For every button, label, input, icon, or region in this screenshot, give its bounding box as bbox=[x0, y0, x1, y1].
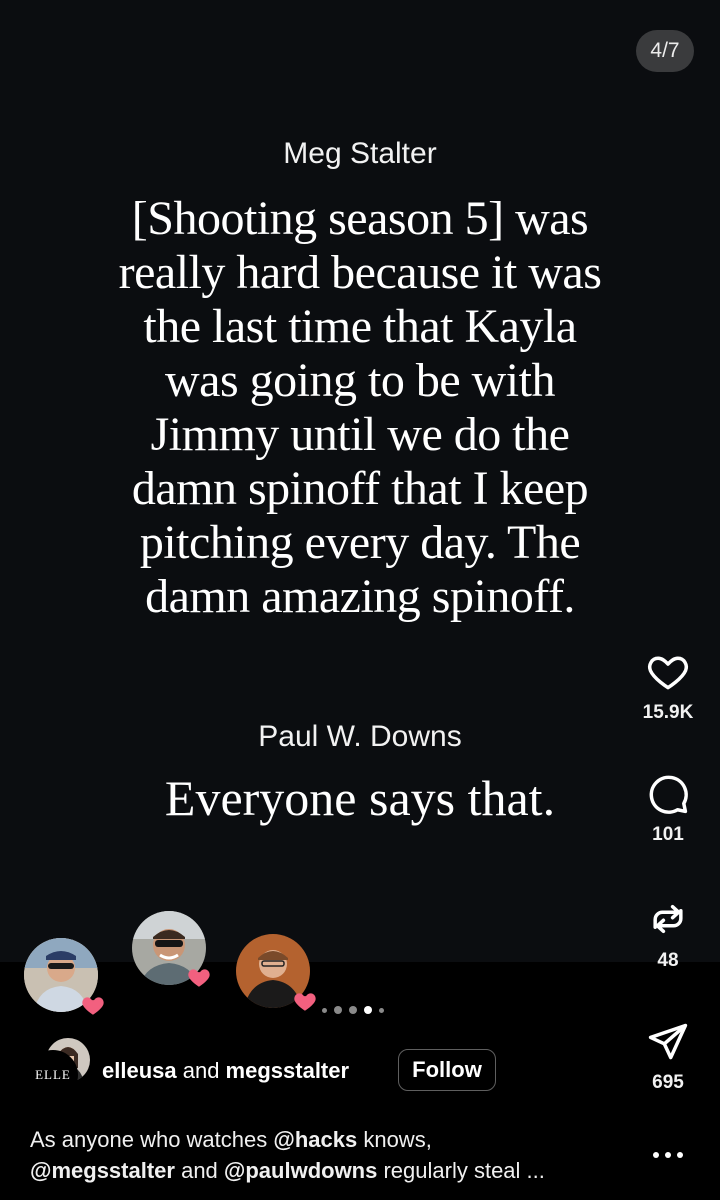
share-button[interactable]: 695 bbox=[640, 1020, 696, 1094]
mention-link[interactable]: @hacks bbox=[273, 1127, 357, 1152]
quote-line: damn spinoff that I keep bbox=[131, 462, 589, 515]
speaker-name-1: Meg Stalter bbox=[283, 137, 437, 170]
like-button[interactable]: 15.9K bbox=[640, 650, 696, 724]
more-horizontal-icon bbox=[653, 1152, 683, 1158]
repost-button[interactable]: 48 bbox=[640, 896, 696, 972]
quote-line: damn amazing spinoff. bbox=[145, 570, 575, 623]
mention-link[interactable]: @paulwdowns bbox=[224, 1158, 377, 1183]
author-link-megsstalter[interactable]: megsstalter bbox=[226, 1058, 350, 1083]
repost-icon bbox=[653, 904, 683, 934]
quote-line: was going to be with bbox=[165, 354, 555, 407]
carousel-dot-active bbox=[364, 1006, 372, 1014]
comment-button[interactable]: 101 bbox=[640, 772, 696, 846]
author-link-elleusa[interactable]: elleusa bbox=[102, 1058, 177, 1083]
comment-count: 101 bbox=[652, 824, 684, 845]
quote-text: [Shooting season 5] was really hard beca… bbox=[40, 192, 680, 624]
speech-bubble-icon bbox=[649, 775, 688, 814]
repost-count: 48 bbox=[657, 950, 679, 971]
quote-line: pitching every day. The bbox=[139, 516, 581, 569]
elle-logo-text: ELLE bbox=[35, 1067, 71, 1082]
share-count: 695 bbox=[652, 1072, 684, 1093]
quote-line: [Shooting season 5] was bbox=[131, 192, 589, 245]
speaker-name-2: Paul W. Downs bbox=[258, 720, 462, 753]
heart-badge-icon bbox=[188, 969, 210, 987]
caption-text: As anyone who watches bbox=[30, 1127, 274, 1152]
paper-plane-icon bbox=[648, 1023, 688, 1060]
caption-text: regularly steal ... bbox=[377, 1158, 545, 1183]
carousel-dot bbox=[379, 1007, 384, 1013]
like-count: 15.9K bbox=[642, 702, 694, 723]
heart-icon bbox=[648, 656, 688, 690]
post-caption[interactable]: As anyone who watches @hacks knows, @meg… bbox=[30, 1124, 630, 1186]
elle-logo-avatar[interactable]: ELLE bbox=[28, 1050, 78, 1100]
carousel-dot bbox=[349, 1006, 357, 1014]
carousel-dot bbox=[334, 1006, 342, 1014]
heart-badge-icon bbox=[294, 993, 316, 1011]
caption-text: knows, bbox=[357, 1127, 432, 1152]
page-counter: 4/7 bbox=[636, 30, 694, 72]
carousel-indicator bbox=[322, 1006, 384, 1014]
author-row: ELLE elleusa and megsstalter bbox=[28, 1036, 588, 1106]
follow-button[interactable]: Follow bbox=[398, 1049, 496, 1091]
quote-line: the last time that Kayla bbox=[143, 300, 577, 353]
reply-quote: Everyone says that. bbox=[164, 770, 556, 826]
heart-badge-icon bbox=[82, 997, 104, 1015]
more-options-button[interactable] bbox=[640, 1148, 696, 1178]
caption-text: and bbox=[174, 1158, 224, 1183]
quote-line: Jimmy until we do the bbox=[150, 408, 570, 461]
author-names: elleusa and megsstalter bbox=[102, 1058, 349, 1084]
quote-line: really hard because it was bbox=[118, 246, 602, 299]
author-joiner: and bbox=[176, 1058, 226, 1083]
carousel-dot bbox=[322, 1007, 327, 1013]
mention-link[interactable]: @megsstalter bbox=[30, 1158, 175, 1183]
post-slide[interactable]: 4/7 Meg Stalter [Shooting season 5] was … bbox=[0, 0, 720, 962]
